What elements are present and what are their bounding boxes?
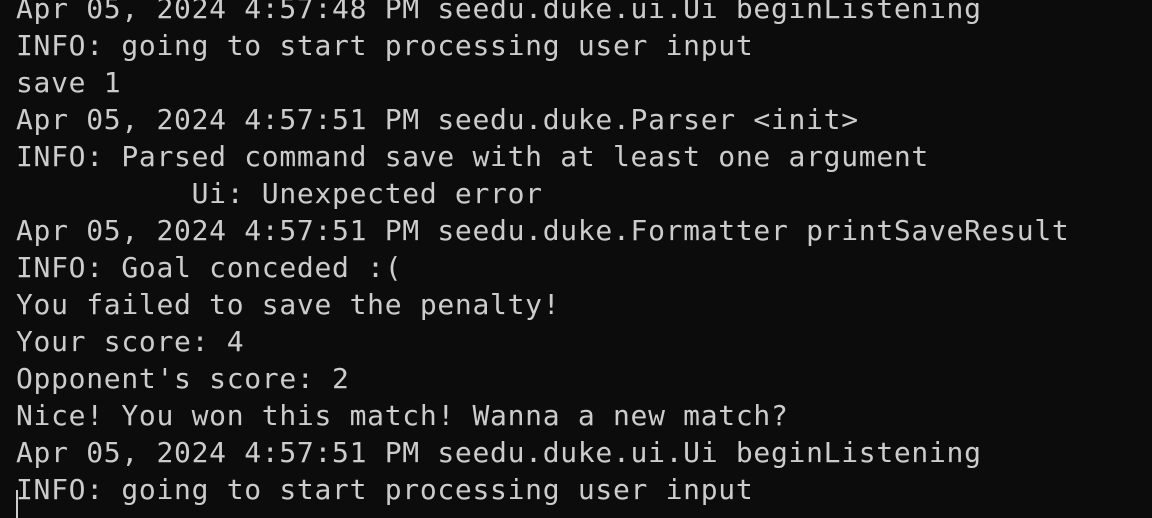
terminal-line: Apr 05, 2024 4:57:51 PM seedu.duke.Forma… xyxy=(16,214,1070,247)
terminal-line: You failed to save the penalty! xyxy=(16,288,561,321)
terminal-line: INFO: Parsed command save with at least … xyxy=(16,140,929,173)
terminal-output: Apr 05, 2024 4:57:48 PM seedu.duke.ui.Ui… xyxy=(16,0,1069,508)
terminal-line: Apr 05, 2024 4:57:48 PM seedu.duke.ui.Ui… xyxy=(16,0,982,25)
terminal-line: INFO: going to start processing user inp… xyxy=(16,29,754,62)
terminal-line: Apr 05, 2024 4:57:51 PM seedu.duke.Parse… xyxy=(16,103,859,136)
terminal-line: Opponent's score: 2 xyxy=(16,362,350,395)
terminal-line: INFO: Goal conceded :( xyxy=(16,251,403,284)
terminal-window[interactable]: Apr 05, 2024 4:57:48 PM seedu.duke.ui.Ui… xyxy=(0,0,1152,518)
terminal-line: Ui: Unexpected error xyxy=(16,177,543,210)
terminal-line: INFO: going to start processing user inp… xyxy=(16,473,754,506)
terminal-line: Apr 05, 2024 4:57:51 PM seedu.duke.ui.Ui… xyxy=(16,436,982,469)
terminal-line: save 1 xyxy=(16,66,122,99)
terminal-line: Your score: 4 xyxy=(16,325,245,358)
text-cursor xyxy=(16,490,18,518)
terminal-line: Nice! You won this match! Wanna a new ma… xyxy=(16,399,789,432)
